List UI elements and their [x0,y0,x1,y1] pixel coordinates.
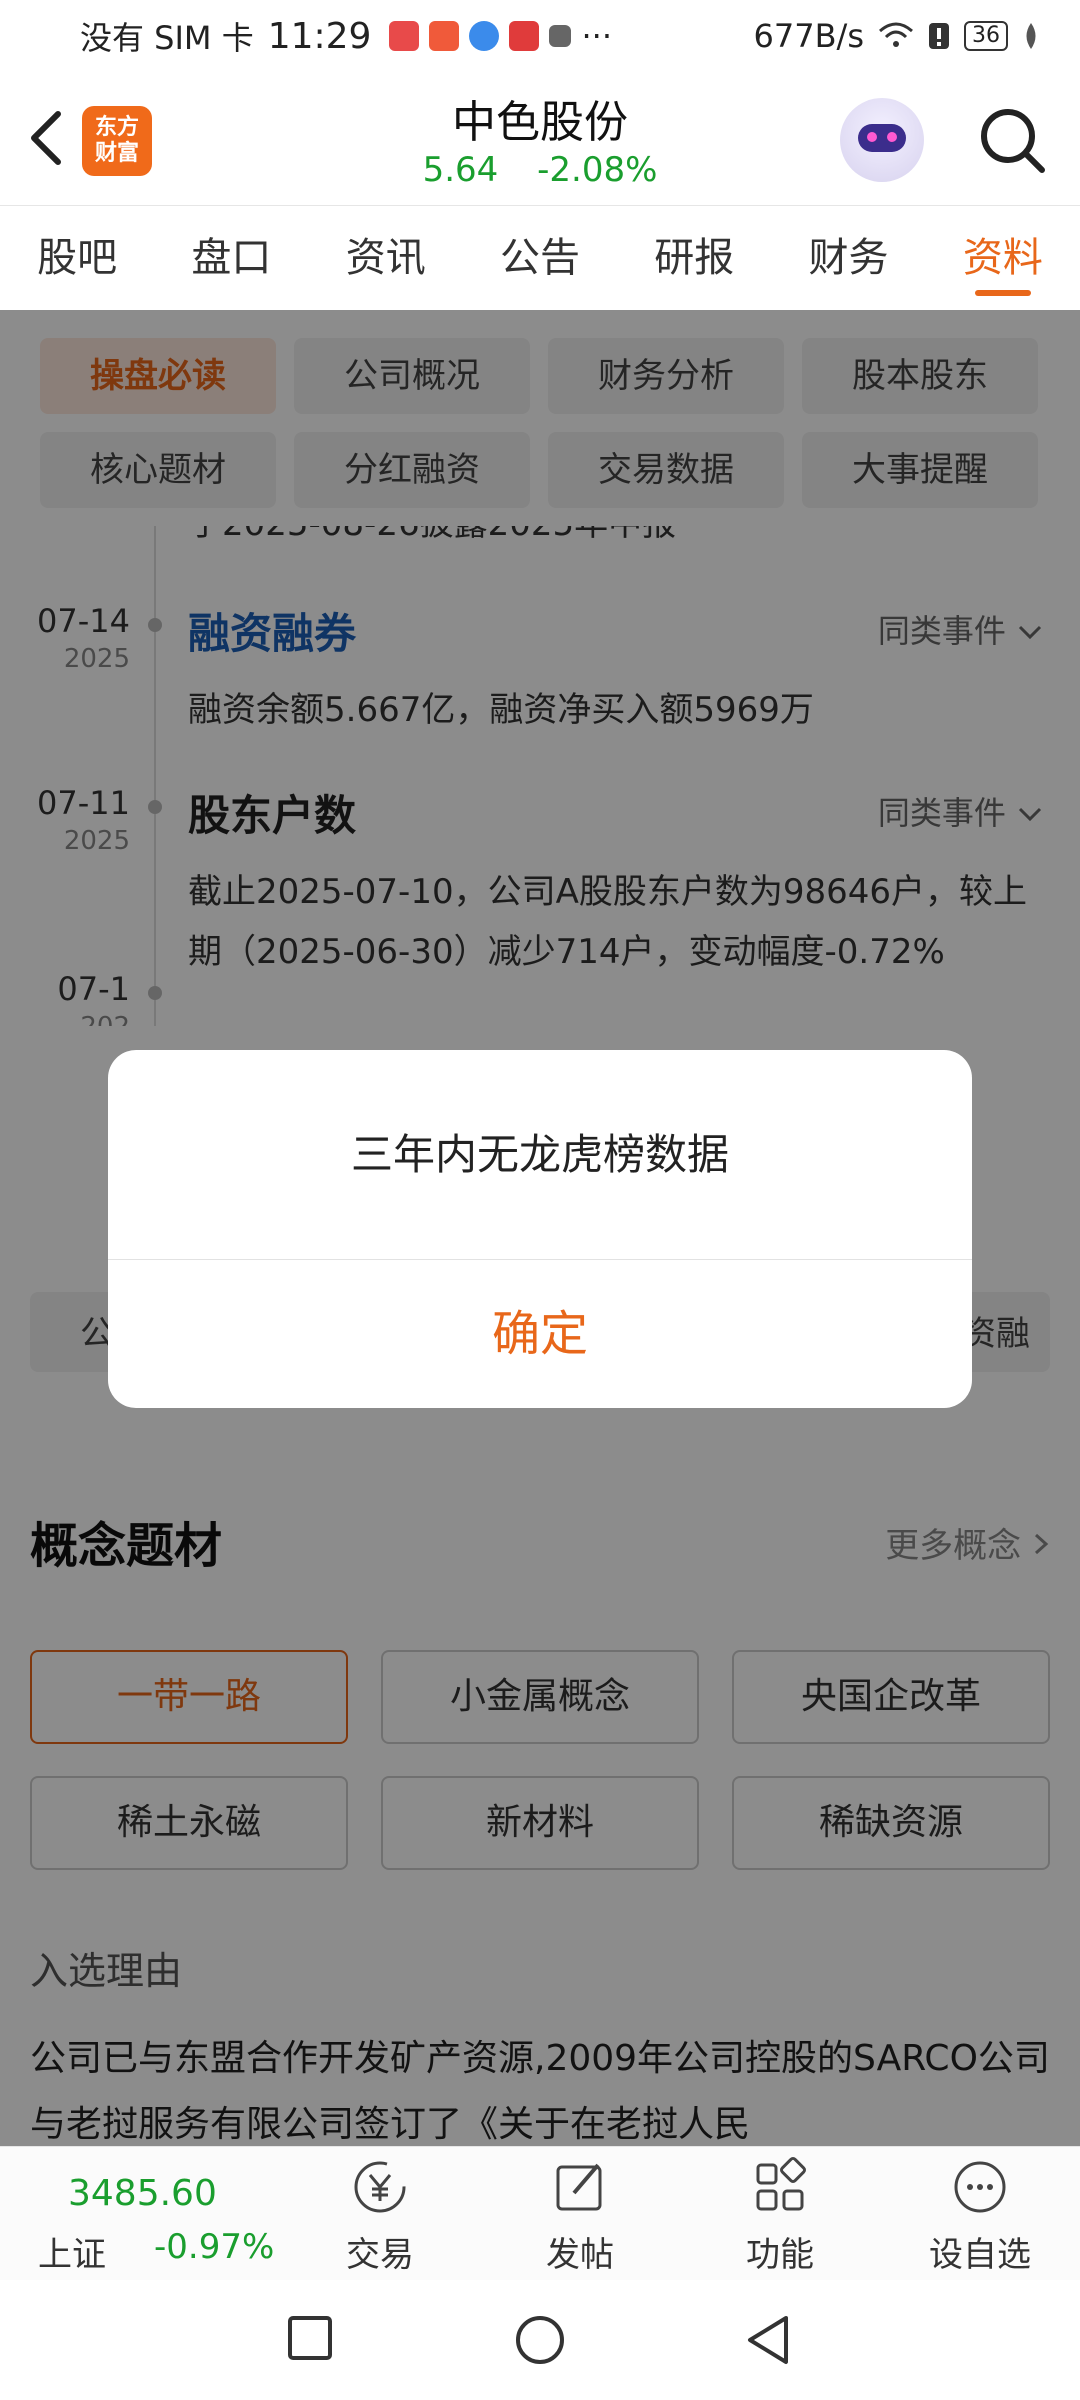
trade-button[interactable]: 交易 [280,2147,480,2280]
tab-guba[interactable]: 股吧 [0,206,154,310]
more-dots-icon [954,2161,1006,2213]
huawei-app-icon [389,21,420,51]
stock-change-pct: -2.08% [537,150,658,190]
index-value: 3485.60 [68,2173,217,2214]
add-watchlist-button[interactable]: 设自选 [880,2147,1080,2280]
trade-yen-icon [354,2161,406,2213]
browser-app-icon [469,21,500,51]
leaf-icon [1026,23,1036,49]
notification-icons: ··· [389,17,612,55]
carrier-text: 没有 SIM 卡 [80,19,254,57]
functions-label: 功能 [746,2235,814,2275]
tab-finance[interactable]: 财务 [771,206,925,310]
tab-profile[interactable]: 资料 [926,206,1080,310]
post-label: 发帖 [546,2235,614,2275]
back-triangle-icon[interactable] [744,2314,792,2366]
clock: 11:29 [267,15,372,57]
net-speed: 677B/s [753,17,864,55]
paper-plane-icon [549,25,572,47]
system-nav-bar [0,2280,1080,2400]
index-name: 上证 [38,2235,106,2275]
stock-price: 5.64 [422,150,499,190]
ai-assistant-robot-icon[interactable] [840,98,924,182]
alert-icon [929,23,949,49]
index-change: -0.97% [154,2227,275,2267]
alert-dialog: 三年内无龙虎榜数据 确定 [108,1050,972,1408]
tab-news[interactable]: 资讯 [309,206,463,310]
home-circle-icon[interactable] [514,2314,566,2366]
sh-index-widget[interactable]: 3485.60 上证 -0.97% [0,2147,280,2280]
book-app-icon [509,21,540,51]
wifi-icon [879,22,913,47]
status-bar: 没有 SIM 卡 11:29 ··· 677B/s 36 [0,0,1080,72]
more-notifications: ··· [581,17,612,55]
main-tabs: 股吧 盘口 资讯 公告 研报 财务 资料 [0,206,1080,310]
tab-research[interactable]: 研报 [617,206,771,310]
add-watchlist-label: 设自选 [929,2235,1031,2275]
grid-icon [756,2157,806,2211]
bottom-toolbar: 3485.60 上证 -0.97% 交易 发帖 功能 设自选 [0,2146,1080,2280]
battery-indicator: 36 [964,21,1008,51]
trade-label: 交易 [346,2235,414,2275]
confirm-button[interactable]: 确定 [108,1260,972,1408]
shop-app-icon [429,21,460,51]
edit-icon [556,2163,602,2211]
tab-pankou[interactable]: 盘口 [154,206,308,310]
stock-header: 东方 财富 中色股份 5.64 -2.08% [0,72,1080,206]
search-icon[interactable] [976,104,1048,176]
recents-square-icon[interactable] [286,2314,334,2362]
post-button[interactable]: 发帖 [480,2147,680,2280]
functions-button[interactable]: 功能 [680,2147,880,2280]
tab-announcements[interactable]: 公告 [463,206,617,310]
dialog-message: 三年内无龙虎榜数据 [108,1050,972,1260]
